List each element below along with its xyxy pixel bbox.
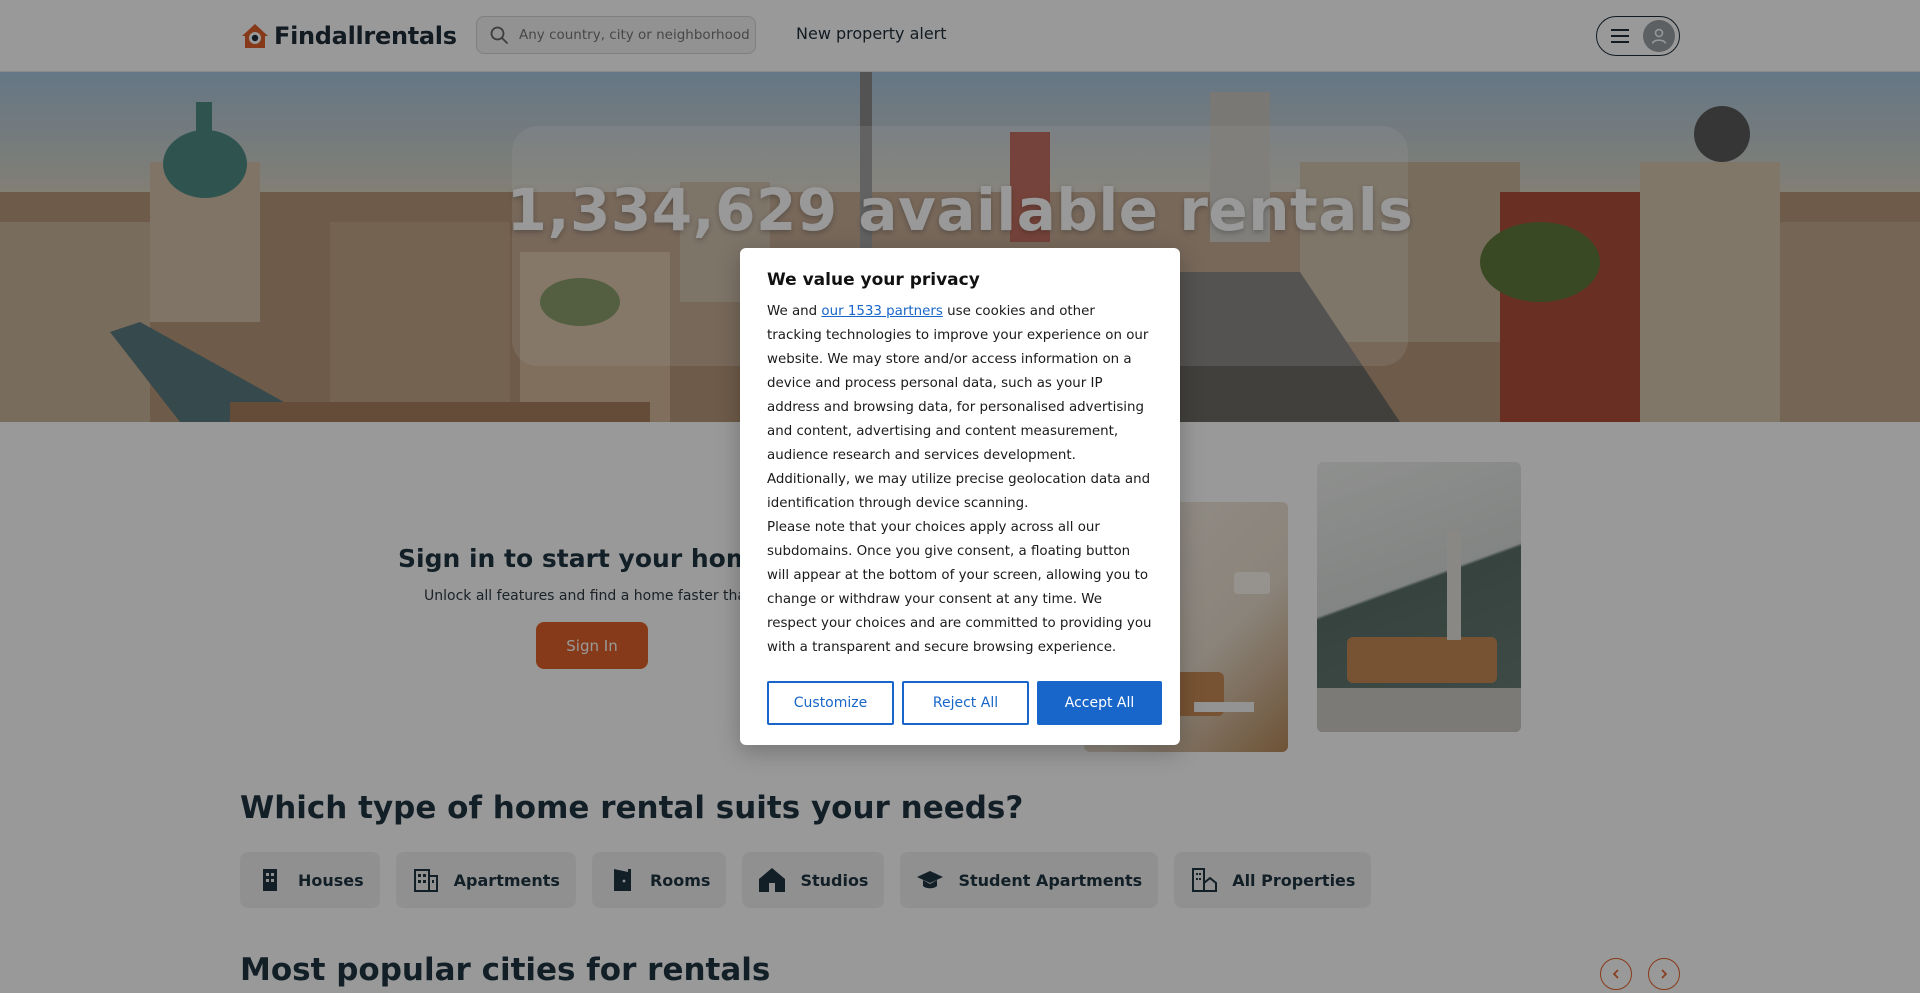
privacy-consent-dialog: We value your privacy We and our 1533 pa… [740,248,1180,745]
consent-intro-text: We and our 1533 partners use cookies and… [767,300,1153,516]
consent-actions: Customize Reject All Accept All [767,681,1162,725]
customize-button[interactable]: Customize [767,681,894,725]
consent-intro-after: use cookies and other tracking technolog… [767,304,1151,511]
partners-link[interactable]: our 1533 partners [821,304,942,319]
accept-all-button[interactable]: Accept All [1037,681,1162,725]
consent-intro-before: We and [767,304,822,319]
reject-all-button[interactable]: Reject All [902,681,1029,725]
consent-title: We value your privacy [767,270,980,290]
consent-note-text: Please note that your choices apply acro… [767,520,1152,655]
